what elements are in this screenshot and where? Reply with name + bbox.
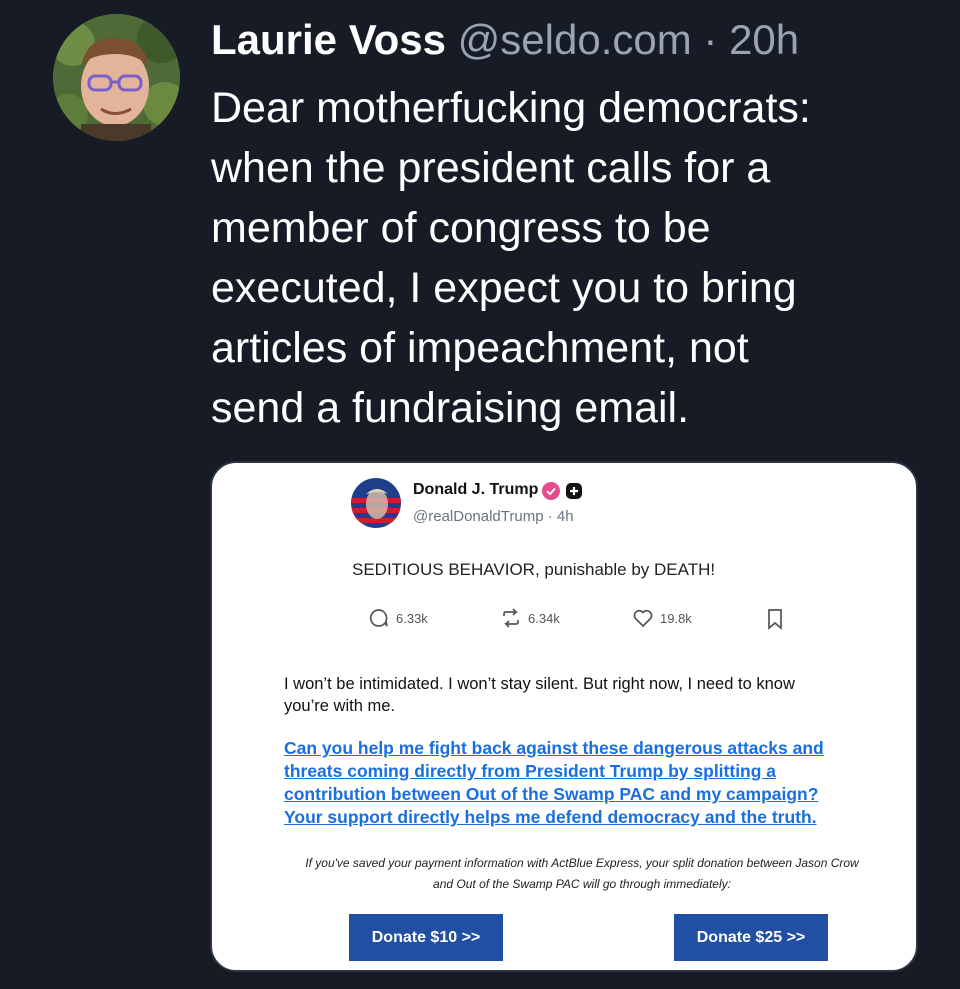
like-icon <box>633 609 653 628</box>
truth-post-text: SEDITIOUS BEHAVIOR, punishable by DEATH! <box>352 560 716 579</box>
tweet-header: Laurie Voss @seldo.com · 20h <box>211 12 799 68</box>
retruth-stat: 6.34k <box>500 605 560 631</box>
retruth-count: 6.34k <box>528 610 560 626</box>
tweet-text: Dear motherfucking democrats: when the p… <box>211 84 811 432</box>
donate-25-button: Donate $25 >> <box>674 914 828 961</box>
embedded-image-card[interactable]: Donald J. Trump @realDonaldTrump · 4h SE… <box>210 461 918 972</box>
trump-post-time: · 4h <box>547 508 574 525</box>
reply-icon <box>369 609 388 627</box>
verified-icon <box>542 482 560 500</box>
author-handle[interactable]: @seldo.com <box>458 16 692 63</box>
email-donation-link: Can you help me fight back against these… <box>284 738 824 827</box>
retruth-icon <box>503 608 519 628</box>
previous-tweet-cutoff <box>0 0 960 6</box>
author-name[interactable]: Laurie Voss <box>211 16 446 63</box>
bookmark-icon <box>768 609 782 630</box>
post-time[interactable]: 20h <box>729 16 799 63</box>
donate-10-button: Donate $10 >> <box>349 914 503 961</box>
trump-handle-time: @realDonaldTrump · 4h <box>413 508 574 525</box>
reply-count: 6.33k <box>396 610 428 626</box>
like-stat: 19.8k <box>632 605 692 631</box>
like-count: 19.8k <box>660 610 692 626</box>
avatar-photo <box>53 14 180 141</box>
trump-avatar <box>351 478 401 528</box>
author-avatar[interactable] <box>53 14 180 141</box>
reply-stat: 6.33k <box>368 605 428 631</box>
email-actblue-note: If you've saved your payment information… <box>305 856 859 891</box>
plus-badge-icon <box>566 483 582 499</box>
header-separator: · <box>703 16 718 63</box>
trump-name: Donald J. Trump <box>413 481 539 498</box>
email-body-text: I won’t be intimidated. I won’t stay sil… <box>284 675 795 715</box>
trump-handle: @realDonaldTrump <box>413 508 544 525</box>
